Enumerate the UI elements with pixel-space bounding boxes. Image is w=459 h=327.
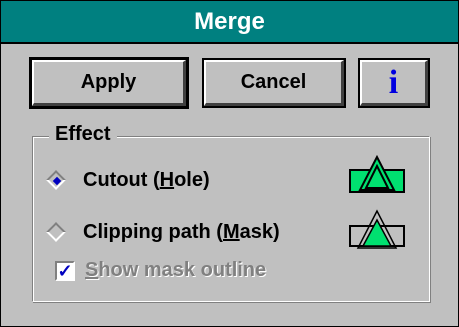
cutout-hole-label: Cutout (Hole): [83, 169, 210, 191]
clipping-mask-radio[interactable]: [46, 221, 67, 243]
merge-dialog: Merge Apply Cancel i Effect Cutout (Hole…: [0, 0, 459, 327]
dialog-title: Merge: [1, 1, 458, 44]
apply-button[interactable]: Apply: [29, 57, 189, 109]
show-mask-outline-option[interactable]: ✓ Show mask outline: [55, 259, 266, 282]
apply-button-label: Apply: [80, 71, 137, 93]
clipping-mask-label: Clipping path (Mask): [83, 221, 280, 243]
cancel-button[interactable]: Cancel: [202, 58, 346, 108]
effect-group-label: Effect: [49, 123, 117, 146]
info-button[interactable]: i: [358, 58, 430, 108]
info-icon: i: [388, 63, 399, 101]
show-mask-outline-checkbox[interactable]: ✓: [55, 260, 75, 281]
cutout-hole-icon: [349, 154, 405, 193]
cancel-button-label: Cancel: [240, 71, 307, 93]
clipping-mask-icon: [349, 209, 405, 249]
cutout-hole-radio[interactable]: [46, 169, 67, 191]
clipping-mask-option[interactable]: Clipping path (Mask): [46, 221, 280, 244]
show-mask-outline-label: Show mask outline: [85, 259, 267, 281]
cutout-hole-option[interactable]: Cutout (Hole): [46, 169, 210, 192]
checkmark-icon: ✓: [57, 260, 73, 281]
